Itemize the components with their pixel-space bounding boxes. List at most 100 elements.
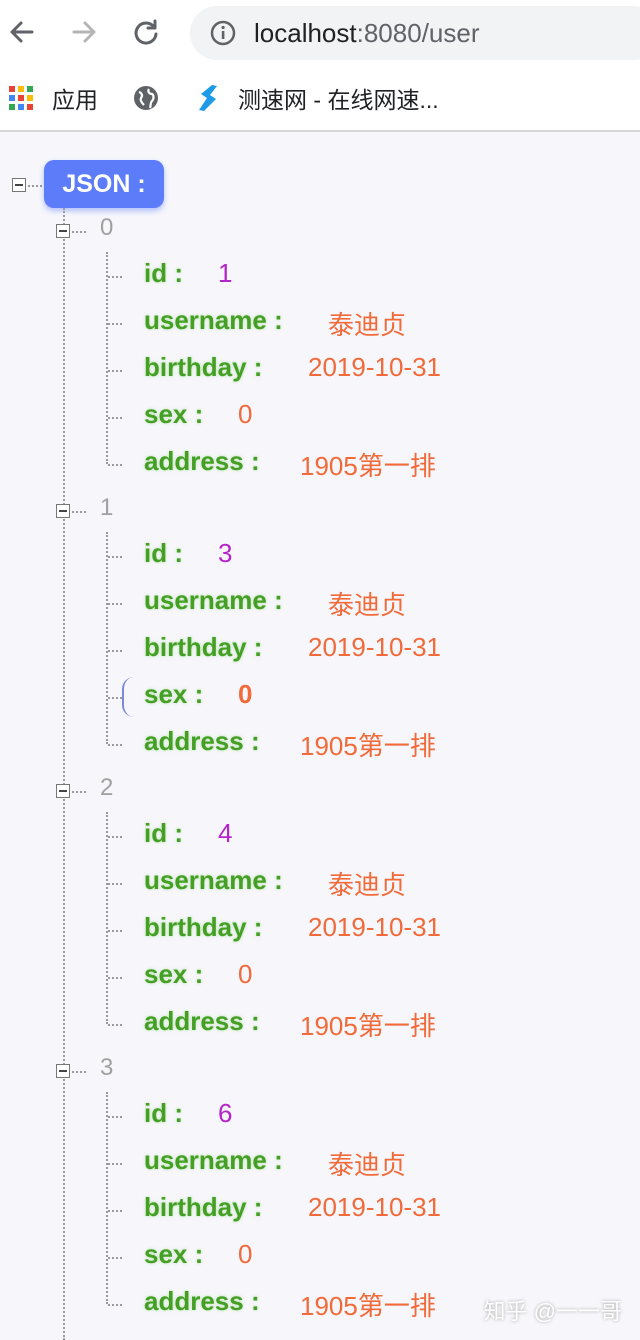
json-key: birthday : [144,632,263,662]
bookmark-apps[interactable]: 应用 [8,82,98,114]
tree-connector [108,697,122,699]
json-key: sex : [144,959,204,989]
tree-connector [108,276,122,278]
url-text[interactable]: localhost:8080/user [254,18,480,49]
json-value[interactable]: 0 [238,679,252,710]
tree-branch [106,812,108,1024]
json-key: address : [144,1006,260,1036]
json-value[interactable]: 3 [218,538,232,569]
json-value[interactable]: 0 [238,399,252,430]
json-key: birthday : [144,912,263,942]
collapse-toggle-item[interactable] [56,784,70,798]
json-key: username : [144,1145,283,1175]
tree-trunk [63,208,65,1340]
json-key: sex : [144,679,204,709]
tree-connector [28,185,42,187]
json-key: id : [144,258,183,288]
json-value[interactable]: 2019-10-31 [308,912,441,943]
collapse-toggle-item[interactable] [56,1064,70,1078]
json-value[interactable]: 泰迪贞 [328,865,406,902]
collapse-toggle-item[interactable] [56,224,70,238]
json-key: username : [144,865,283,895]
json-key: username : [144,305,283,335]
json-value[interactable]: 2019-10-31 [308,352,441,383]
json-key: birthday : [144,1192,263,1222]
bookmarks-bar: 应用 测速网 - 在线网速... [0,68,640,132]
reload-icon [134,19,158,45]
json-value[interactable]: 1905第一排 [300,726,436,763]
tree-connector [108,883,122,885]
tree-connector [108,1163,122,1165]
tree-connector [72,1071,86,1073]
address-bar[interactable]: localhost:8080/user [190,6,640,60]
tree-connector [108,1257,122,1259]
json-value[interactable]: 1905第一排 [300,446,436,483]
tree-connector [108,464,122,466]
tree-connector [108,1116,122,1118]
json-root-badge[interactable]: JSON : [44,160,164,208]
json-value[interactable]: 1905第一排 [300,1286,436,1323]
json-value[interactable]: 4 [218,818,232,849]
json-key: address : [144,1286,260,1316]
bookmark-globe[interactable] [132,82,160,114]
tree-connector [108,930,122,932]
arrow-right-icon [72,21,96,43]
json-value[interactable]: 1 [218,258,232,289]
collapse-toggle-item[interactable] [56,504,70,518]
bookmark-speedtest-label: 测速网 - 在线网速... [238,87,439,113]
tree-connector [108,323,122,325]
json-key: id : [144,818,183,848]
json-value[interactable]: 2019-10-31 [308,632,441,663]
back-button[interactable] [2,12,42,52]
tree-connector [72,511,86,513]
url-host: localhost [254,18,357,48]
json-key: sex : [144,399,204,429]
json-key: address : [144,726,260,756]
json-value[interactable]: 泰迪贞 [328,305,406,342]
json-value[interactable]: 2019-10-31 [308,1192,441,1223]
json-key: id : [144,538,183,568]
url-path: :8080/user [356,18,480,48]
array-index: 2 [100,774,114,801]
json-value[interactable]: 0 [238,1239,252,1270]
tree-connector [108,556,122,558]
tree-connector [72,791,86,793]
json-value[interactable]: 0 [238,959,252,990]
json-key: birthday : [144,352,263,382]
tree-connector [72,231,86,233]
hover-bracket [122,677,136,717]
tree-connector [108,417,122,419]
json-key: sex : [144,1239,204,1269]
json-key: username : [144,585,283,615]
json-value[interactable]: 1905第一排 [300,1006,436,1043]
tree-connector [108,1210,122,1212]
json-value[interactable]: 泰迪贞 [328,1145,406,1182]
bookmark-apps-label: 应用 [52,87,98,113]
apps-grid-icon [9,86,33,110]
tree-connector [108,1304,122,1306]
forward-button[interactable] [64,12,104,52]
tree-branch [106,1092,108,1304]
json-key: id : [144,1098,183,1128]
array-index: 0 [100,214,114,241]
json-key: address : [144,446,260,476]
tree-connector [108,977,122,979]
reload-button[interactable] [126,12,166,52]
arrow-left-icon [10,21,34,43]
info-icon[interactable] [210,20,236,46]
tree-connector [108,1024,122,1026]
watermark: 知乎 @一一哥 [483,1299,622,1324]
tree-branch [106,532,108,744]
array-index: 3 [100,1054,114,1081]
speedtest-icon [199,85,217,111]
json-value[interactable]: 泰迪贞 [328,585,406,622]
bookmark-speedtest[interactable]: 测速网 - 在线网速... [192,82,439,114]
tree-connector [108,650,122,652]
json-value[interactable]: 6 [218,1098,232,1129]
tree-branch [106,252,108,464]
tree-connector [108,370,122,372]
json-viewer: JSON : 0 id :1 username : 泰迪贞 birthday :2019… [0,132,640,1340]
collapse-toggle-root[interactable] [12,178,26,192]
array-index: 1 [100,494,114,521]
browser-toolbar: localhost:8080/user [0,0,640,68]
